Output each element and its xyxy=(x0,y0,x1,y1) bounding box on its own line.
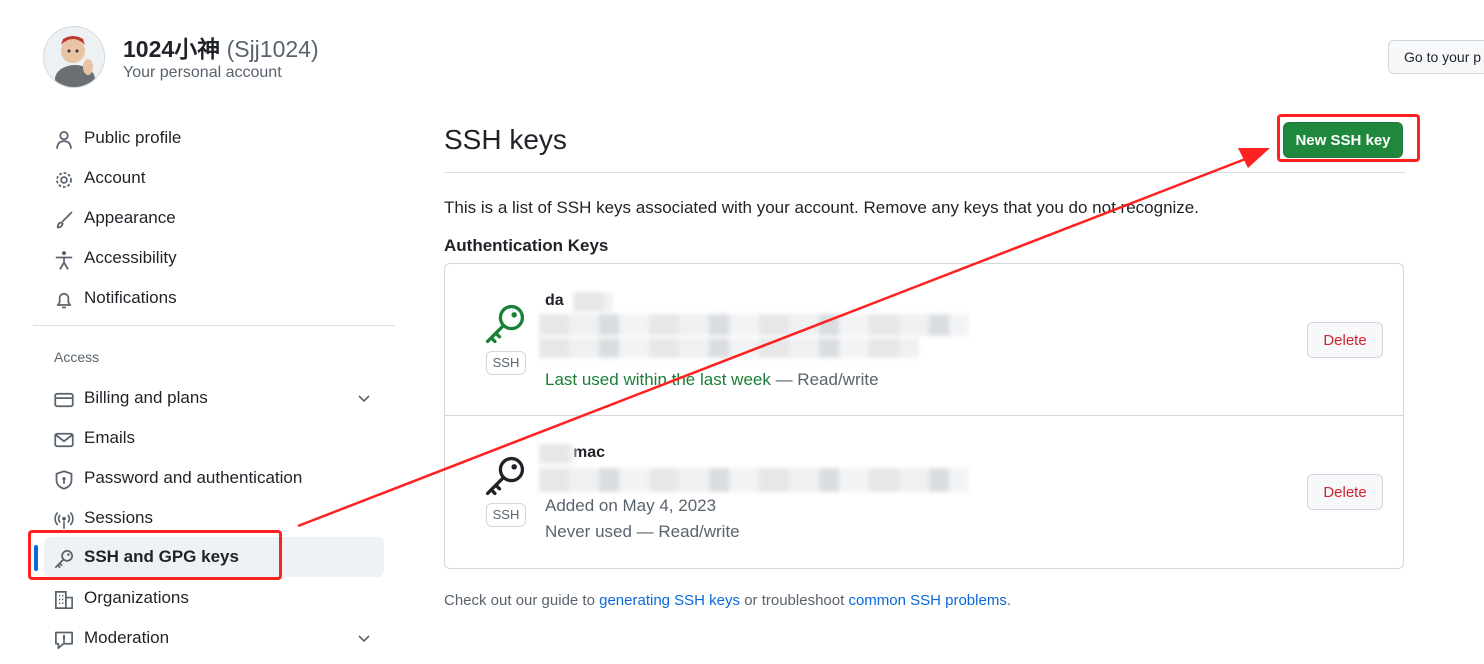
avatar[interactable] xyxy=(43,26,105,88)
sidebar-item-label: SSH and GPG keys xyxy=(84,547,239,566)
sidebar-item-label: Sessions xyxy=(84,508,153,527)
sidebar-item-label: Notifications xyxy=(84,288,177,307)
login-name: (Sjj1024) xyxy=(226,36,319,62)
mail-icon xyxy=(54,432,74,448)
authentication-keys-heading: Authentication Keys xyxy=(444,236,609,255)
active-indicator xyxy=(34,545,38,571)
delete-key-button[interactable]: Delete xyxy=(1307,322,1383,358)
sidebar-section-access: Access xyxy=(54,349,100,365)
access-level: — Read/write xyxy=(770,370,879,389)
organization-icon xyxy=(55,591,73,609)
redacted-text xyxy=(539,444,575,464)
credit-card-icon xyxy=(54,392,74,408)
sidebar-item-label: Billing and plans xyxy=(84,388,208,407)
sidebar-item-billing[interactable]: Billing and plans xyxy=(44,378,384,418)
redacted-fingerprint xyxy=(539,338,919,358)
redacted-fingerprint xyxy=(539,314,969,336)
key-usage: Last used within the last week — Read/wr… xyxy=(545,370,879,390)
sidebar-item-password-authentication[interactable]: Password and authentication xyxy=(44,458,384,498)
redacted-fingerprint xyxy=(539,468,969,492)
shield-lock-icon xyxy=(55,470,73,490)
sidebar-item-label: Public profile xyxy=(84,128,182,147)
help-prefix: Check out our guide to xyxy=(444,592,600,609)
key-added-date: Added on May 4, 2023 xyxy=(545,496,717,515)
sidebar-item-public-profile[interactable]: Public profile xyxy=(44,118,384,158)
sidebar-item-appearance[interactable]: Appearance xyxy=(44,198,384,238)
key-title: mac xyxy=(573,444,606,461)
sidebar-item-label: Emails xyxy=(84,428,136,447)
sidebar-item-label: Moderation xyxy=(84,628,170,647)
accessibility-icon xyxy=(55,251,73,270)
bell-icon xyxy=(56,292,72,309)
ssh-help-note: Check out our guide to generating SSH ke… xyxy=(444,592,1011,609)
generating-ssh-keys-link[interactable]: generating SSH keys xyxy=(599,592,740,609)
chevron-down-icon[interactable] xyxy=(356,630,372,646)
sidebar-item-sessions[interactable]: Sessions xyxy=(44,498,384,538)
account-name: 1024小神 (Sjj1024) xyxy=(123,30,319,64)
key-icon xyxy=(485,456,525,496)
ssh-key-row: SSH mac Added on May 4, 2023 Never used … xyxy=(445,416,1403,568)
delete-key-button[interactable]: Delete xyxy=(1307,474,1383,510)
sidebar-item-organizations[interactable]: Organizations xyxy=(44,578,384,618)
last-used-text: Never used xyxy=(545,522,632,541)
new-ssh-key-button[interactable]: New SSH key xyxy=(1283,122,1403,158)
sidebar-divider xyxy=(33,325,395,326)
sidebar-item-accessibility[interactable]: Accessibility xyxy=(44,238,384,278)
avatar-image xyxy=(44,27,104,87)
sidebar-item-label: Appearance xyxy=(84,208,176,227)
ssh-keys-list: SSH da Last used within the last week — … xyxy=(444,263,1404,569)
ssh-badge: SSH xyxy=(486,351,526,375)
report-icon xyxy=(55,631,73,649)
sidebar-item-account[interactable]: Account xyxy=(44,158,384,198)
common-ssh-problems-link[interactable]: common SSH problems xyxy=(848,592,1006,609)
sidebar-item-moderation[interactable]: Moderation xyxy=(44,618,384,658)
ssh-badge: SSH xyxy=(486,503,526,527)
key-title: da xyxy=(545,292,564,309)
title-divider xyxy=(444,172,1405,173)
chevron-down-icon[interactable] xyxy=(356,390,372,406)
intro-text: This is a list of SSH keys associated wi… xyxy=(444,198,1199,217)
sidebar-item-label: Account xyxy=(84,168,146,187)
sidebar-item-ssh-gpg-keys[interactable]: SSH and GPG keys xyxy=(34,537,384,577)
sidebar-item-label: Organizations xyxy=(84,588,189,607)
redacted-text xyxy=(573,292,613,312)
sidebar-item-emails[interactable]: Emails xyxy=(44,418,384,458)
access-level: — Read/write xyxy=(631,522,740,541)
help-middle: or troubleshoot xyxy=(740,592,849,609)
paintbrush-icon xyxy=(56,211,73,229)
broadcast-icon xyxy=(54,511,74,529)
person-icon xyxy=(56,131,72,149)
last-used-text: Last used within the last week xyxy=(545,370,771,389)
key-icon xyxy=(485,304,525,344)
key-usage: Never used — Read/write xyxy=(545,522,740,542)
display-name: 1024小神 xyxy=(123,36,221,62)
account-subtitle: Your personal account xyxy=(123,64,282,81)
gear-icon xyxy=(56,172,72,188)
sidebar-item-notifications[interactable]: Notifications xyxy=(44,278,384,318)
key-icon xyxy=(55,550,73,568)
sidebar-item-label: Accessibility xyxy=(84,248,177,267)
help-suffix: . xyxy=(1006,592,1011,609)
sidebar-item-label: Password and authentication xyxy=(84,468,303,487)
go-to-profile-button[interactable]: Go to your p xyxy=(1388,40,1484,74)
page-title: SSH keys xyxy=(444,124,567,155)
ssh-key-row: SSH da Last used within the last week — … xyxy=(445,264,1403,416)
